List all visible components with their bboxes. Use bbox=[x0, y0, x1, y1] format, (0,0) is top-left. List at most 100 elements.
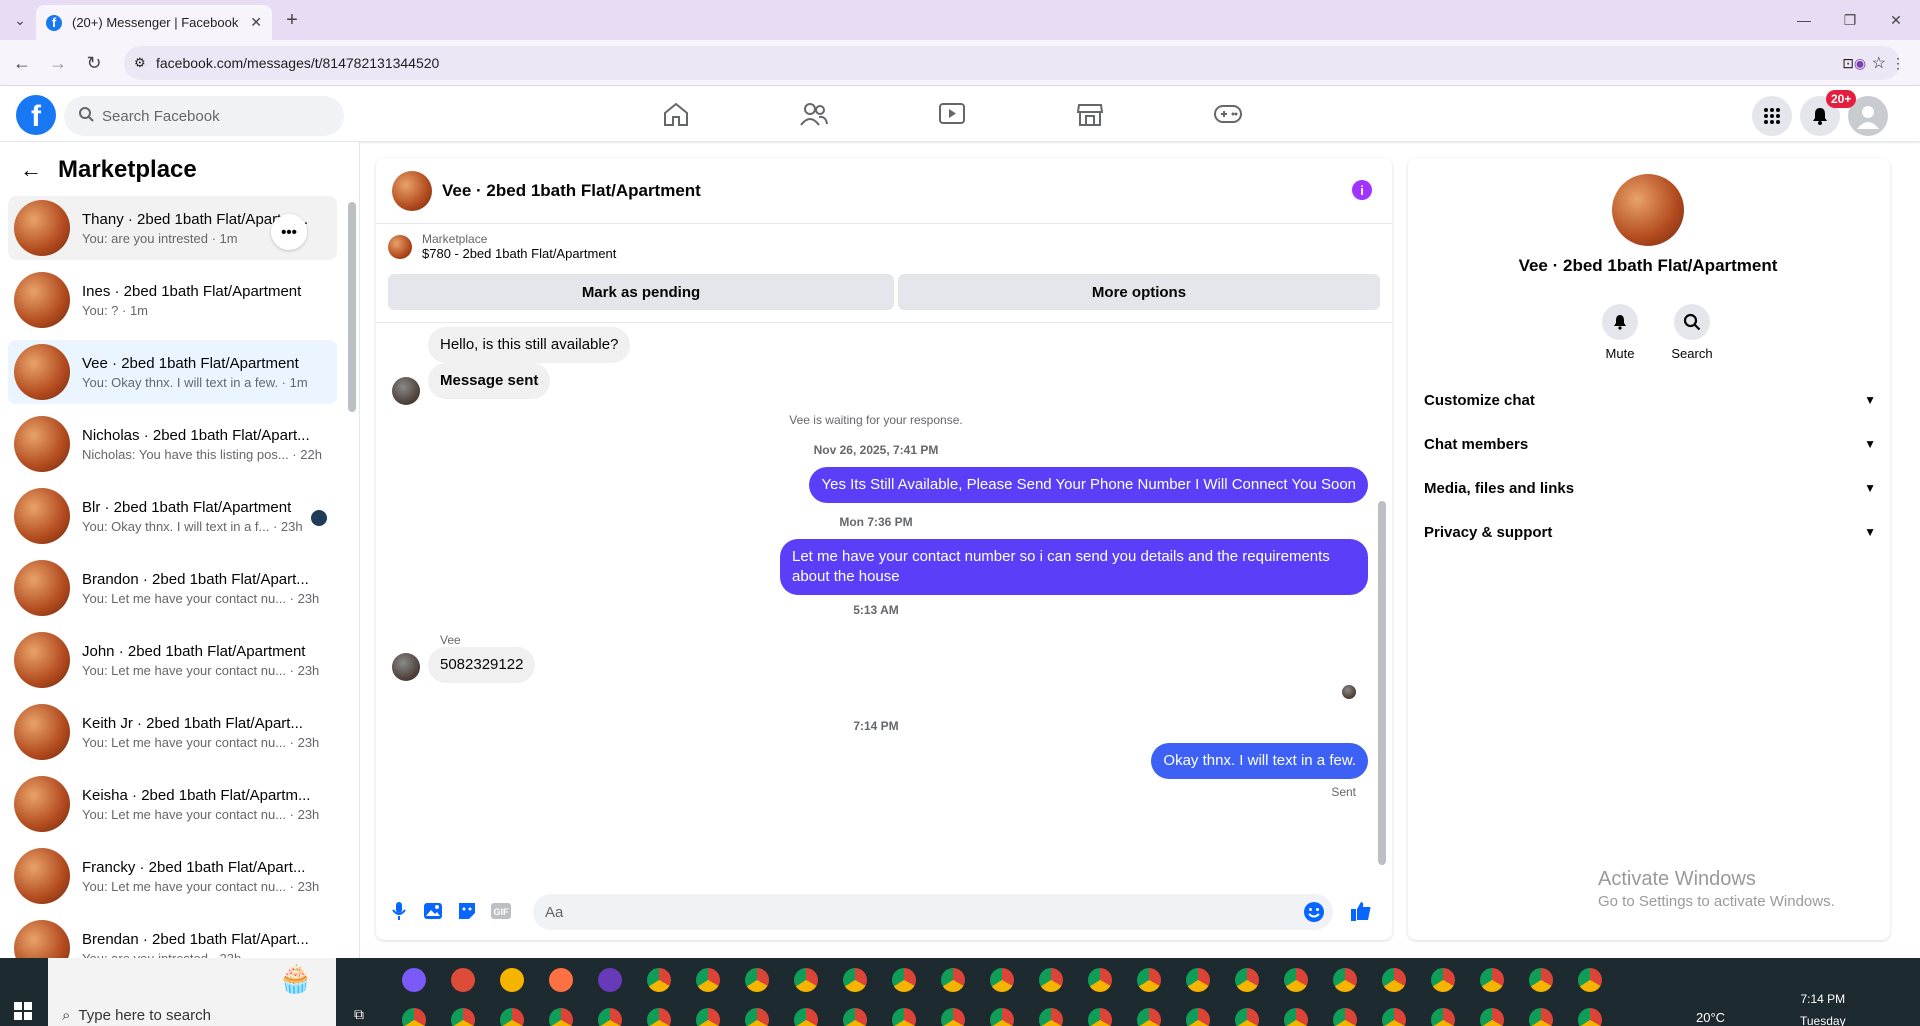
chrome-app-icon[interactable] bbox=[549, 968, 573, 992]
menu-grid-icon[interactable] bbox=[1752, 96, 1792, 136]
weather-temperature[interactable]: 20°C bbox=[1696, 1010, 1725, 1025]
chrome-app-icon[interactable] bbox=[1431, 1008, 1455, 1026]
chrome-app-icon[interactable] bbox=[1137, 1008, 1161, 1026]
reload-icon[interactable]: ↻ bbox=[80, 49, 108, 77]
chrome-app-icon[interactable] bbox=[1039, 1008, 1063, 1026]
chrome-app-icon[interactable] bbox=[598, 1008, 622, 1026]
chrome-app-icon[interactable] bbox=[941, 968, 965, 992]
chrome-app-icon[interactable] bbox=[1235, 1008, 1259, 1026]
chrome-app-icon[interactable] bbox=[1480, 968, 1504, 992]
chrome-app-icon[interactable] bbox=[1529, 1008, 1553, 1026]
conversation-item[interactable]: Francky · 2bed 1bath Flat/Apart... You: L… bbox=[8, 844, 337, 908]
new-tab-icon[interactable]: + bbox=[278, 6, 306, 34]
more-options-icon[interactable]: ••• bbox=[271, 214, 307, 250]
more-options-button[interactable]: More options bbox=[898, 274, 1380, 310]
site-info-icon[interactable]: ⚙ bbox=[134, 55, 146, 71]
chat-avatar[interactable] bbox=[392, 170, 432, 211]
chrome-app-icon[interactable] bbox=[402, 1008, 426, 1026]
gaming-nav-icon[interactable] bbox=[1210, 98, 1246, 130]
browser-tab[interactable]: f (20+) Messenger | Facebook ✕ bbox=[36, 5, 272, 40]
chat-members-section[interactable]: Chat members ▼ bbox=[1424, 426, 1876, 462]
media-files-links-section[interactable]: Media, files and links ▼ bbox=[1424, 470, 1876, 506]
chrome-app-icon[interactable] bbox=[598, 968, 622, 992]
mark-as-pending-button[interactable]: Mark as pending bbox=[388, 274, 894, 310]
browser-menu-icon[interactable]: ⋮ bbox=[1884, 49, 1912, 77]
conversation-item[interactable]: Keisha · 2bed 1bath Flat/Apartm... You: L… bbox=[8, 772, 337, 836]
info-icon[interactable]: i bbox=[1352, 180, 1372, 200]
chrome-app-icon[interactable] bbox=[402, 968, 426, 992]
chrome-app-icon[interactable] bbox=[1088, 1008, 1112, 1026]
chrome-app-icon[interactable] bbox=[647, 968, 671, 992]
message-bubble[interactable]: Let me have your contact number so i can… bbox=[780, 539, 1368, 595]
chrome-app-icon[interactable] bbox=[696, 968, 720, 992]
chat-title[interactable]: Vee · 2bed 1bath Flat/Apartment bbox=[442, 181, 701, 201]
video-nav-icon[interactable] bbox=[934, 98, 970, 130]
conversation-item[interactable]: Brandon · 2bed 1bath Flat/Apart... You: L… bbox=[8, 556, 337, 620]
chrome-app-icon[interactable] bbox=[1039, 968, 1063, 992]
conversation-item[interactable]: Keith Jr · 2bed 1bath Flat/Apart... You: … bbox=[8, 700, 337, 764]
details-avatar[interactable] bbox=[1612, 174, 1684, 246]
chrome-app-icon[interactable] bbox=[1578, 1008, 1602, 1026]
minimize-icon[interactable]: — bbox=[1790, 6, 1818, 34]
chrome-app-icon[interactable] bbox=[696, 1008, 720, 1026]
chrome-app-icon[interactable] bbox=[1529, 968, 1553, 992]
message-bubble[interactable]: Okay thnx. I will text in a few. bbox=[1151, 743, 1368, 779]
taskbar-search-input[interactable]: ⌕ Type here to search 🧁 bbox=[48, 958, 336, 1026]
message-thread-scrollbar[interactable] bbox=[1378, 501, 1386, 865]
chrome-app-icon[interactable] bbox=[1284, 1008, 1308, 1026]
restore-icon[interactable]: ❐ bbox=[1836, 6, 1864, 34]
chrome-app-icon[interactable] bbox=[500, 968, 524, 992]
conversation-item[interactable]: John · 2bed 1bath Flat/Apartment You: Let… bbox=[8, 628, 337, 692]
profile-icon[interactable]: ◉ bbox=[1846, 49, 1874, 77]
privacy-support-section[interactable]: Privacy & support ▼ bbox=[1424, 514, 1876, 550]
windows-start-icon[interactable] bbox=[14, 1002, 32, 1020]
chrome-app-icon[interactable] bbox=[500, 1008, 524, 1026]
photo-icon[interactable] bbox=[422, 900, 444, 922]
thumbs-up-icon[interactable] bbox=[1348, 898, 1374, 924]
chrome-app-icon[interactable] bbox=[1382, 968, 1406, 992]
chrome-app-icon[interactable] bbox=[451, 968, 475, 992]
close-window-icon[interactable]: ✕ bbox=[1882, 6, 1910, 34]
chrome-app-icon[interactable] bbox=[1382, 1008, 1406, 1026]
taskbar-clock[interactable]: 7:14 PM Tuesday bbox=[1800, 988, 1846, 1026]
task-view-icon[interactable]: ⧉ bbox=[354, 1006, 364, 1023]
chrome-app-icon[interactable] bbox=[843, 1008, 867, 1026]
chrome-app-icon[interactable] bbox=[1186, 1008, 1210, 1026]
marketplace-nav-icon[interactable] bbox=[1072, 98, 1108, 130]
conversation-list-scrollbar[interactable] bbox=[348, 202, 356, 412]
chrome-app-icon[interactable] bbox=[1284, 968, 1308, 992]
back-icon[interactable]: ← bbox=[8, 49, 36, 77]
conversation-item[interactable]: Nicholas · 2bed 1bath Flat/Apart... Nicho… bbox=[8, 412, 337, 476]
gif-icon[interactable]: GIF bbox=[490, 900, 512, 922]
friends-nav-icon[interactable] bbox=[796, 98, 832, 130]
emoji-icon[interactable] bbox=[1303, 901, 1325, 927]
chrome-app-icon[interactable] bbox=[794, 1008, 818, 1026]
chrome-app-icon[interactable] bbox=[892, 1008, 916, 1026]
chrome-app-icon[interactable] bbox=[1333, 968, 1357, 992]
chrome-app-icon[interactable] bbox=[1333, 1008, 1357, 1026]
conversation-item[interactable]: Vee · 2bed 1bath Flat/Apartment You: Okay… bbox=[8, 340, 337, 404]
forward-icon[interactable]: → bbox=[44, 49, 72, 77]
chrome-app-icon[interactable] bbox=[1235, 968, 1259, 992]
chrome-app-icon[interactable] bbox=[892, 968, 916, 992]
message-bubble[interactable]: 5082329122 bbox=[428, 647, 536, 683]
conversation-item[interactable]: Ines · 2bed 1bath Flat/Apartment You: ? ·… bbox=[8, 268, 337, 332]
home-nav-icon[interactable] bbox=[658, 98, 694, 130]
back-arrow-icon[interactable]: ← bbox=[20, 157, 42, 183]
chrome-app-icon[interactable] bbox=[451, 1008, 475, 1026]
chrome-app-icon[interactable] bbox=[1137, 968, 1161, 992]
search-in-chat-button[interactable]: Search bbox=[1662, 304, 1722, 361]
microphone-icon[interactable] bbox=[388, 900, 410, 922]
facebook-search-input[interactable]: Search Facebook bbox=[64, 96, 344, 136]
mute-button[interactable]: Mute bbox=[1590, 304, 1650, 361]
chrome-app-icon[interactable] bbox=[990, 1008, 1014, 1026]
tab-list-icon[interactable]: ⌄ bbox=[6, 6, 34, 34]
close-tab-icon[interactable]: ✕ bbox=[250, 14, 262, 31]
chrome-app-icon[interactable] bbox=[1186, 968, 1210, 992]
conversation-item[interactable]: Blr · 2bed 1bath Flat/Apartment You: Okay… bbox=[8, 484, 337, 548]
chrome-app-icon[interactable] bbox=[1088, 968, 1112, 992]
url-bar[interactable]: ⚙ facebook.com/messages/t/81478213134452… bbox=[124, 46, 1900, 80]
chrome-app-icon[interactable] bbox=[1578, 968, 1602, 992]
chrome-app-icon[interactable] bbox=[549, 1008, 573, 1026]
facebook-logo-icon[interactable]: f bbox=[16, 95, 56, 135]
